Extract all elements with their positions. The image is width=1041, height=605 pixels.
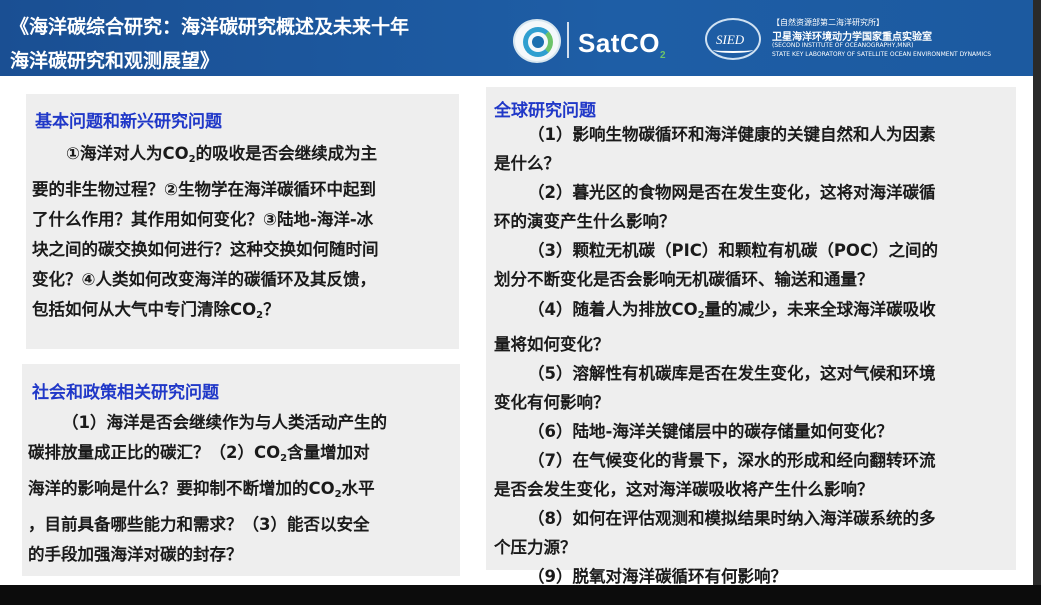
text-line: 是否会发生变化，这对海洋碳吸收将产生什么影响？ [494, 480, 874, 500]
text-line: 要的非生物过程？②生物学在海洋碳循环中起到 [32, 180, 376, 199]
text-line: 碳排放量成正比的碳汇？（2）CO2含量增加对 [28, 443, 370, 464]
text-line: 量将如何变化？ [494, 334, 610, 354]
text-line: 海洋的影响是什么？要抑制不断增加的CO2水平 [28, 479, 375, 500]
text-line: 的手段加强海洋对碳的封存？ [28, 545, 243, 564]
text-line: 块之间的碳交换如何进行？这种交换如何随时间 [32, 240, 379, 259]
slide-title-line2: 海洋碳研究和观测展望》 [10, 50, 220, 72]
text-line: （1）影响生物碳循环和海洋健康的关键自然和人为因素 [528, 125, 936, 144]
panel1-title: 基本问题和新兴研究问题 [35, 112, 222, 132]
text-line: （7）在气候变化的背景下，深水的形成和经向翻转环流 [528, 451, 936, 471]
text-line: 划分不断变化是否会影响无机碳循环、输送和通量？ [494, 270, 874, 290]
satco-brand-suffix: 2 [659, 50, 667, 62]
text-line: 是什么？ [494, 154, 560, 174]
window-right-edge [1033, 0, 1041, 585]
institute-line3: (SECOND INSTITUTE OF OCEANOGRAPHY,MNR) [772, 42, 914, 49]
text-line: （3）颗粒无机碳（PIC）和颗粒有机碳（POC）之间的 [528, 241, 939, 261]
text-line: 了什么作用？其作用如何变化？③陆地-海洋-冰 [32, 210, 374, 229]
panel2-title: 社会和政策相关研究问题 [32, 383, 219, 403]
logo-divider [567, 22, 569, 58]
institute-line4: STATE KEY LABORATORY OF SATELLITE OCEAN … [772, 51, 992, 58]
text-line: 环的演变产生什么影响？ [494, 212, 676, 232]
text-line: 变化？④人类如何改变海洋的碳循环及其反馈， [32, 270, 376, 289]
sied-logo-icon: SIED [705, 18, 761, 60]
panel3-body: （1）影响生物碳循环和海洋健康的关键自然和人为因素是什么？ （2）暮光区的食物网是… [494, 120, 938, 585]
text-line: （8）如何在评估观测和模拟结果时纳入海洋碳系统的多 [528, 509, 936, 529]
text-line: ，目前具备哪些能力和需求？（3）能否以安全 [28, 515, 370, 534]
institute-line2: 卫星海洋环境动力学国家重点实验室 [772, 32, 932, 43]
slide-header: 《海洋碳综合研究：海洋碳研究概述及未来十年 海洋碳研究和观测展望》 SatCO2… [0, 0, 1033, 76]
text-line: （1）海洋是否会继续作为与人类活动产生的 [62, 413, 387, 432]
text-line: 包括如何从大气中专门清除CO2？ [32, 300, 280, 321]
panel2-body: （1）海洋是否会继续作为与人类活动产生的碳排放量成正比的碳汇？（2）CO2含量增… [28, 408, 387, 570]
text-line: （5）溶解性有机碳库是否在发生变化，这对气候和环境 [528, 363, 936, 383]
institute-line1: 【自然资源部第二海洋研究所】 [772, 18, 884, 27]
text-line: 个压力源？ [494, 538, 577, 558]
satco-logo-icon [513, 19, 561, 63]
satco-brand: SatCO2 [578, 28, 667, 62]
slide-title-line1: 《海洋碳综合研究：海洋碳研究概述及未来十年 [10, 16, 410, 38]
text-line: （6）陆地-海洋关键储层中的碳存储量如何变化？ [528, 421, 893, 441]
window-bottom-edge [0, 585, 1041, 605]
text-line: （9）脱氧对海洋碳循环有何影响？ [528, 567, 787, 585]
text-line: 变化有何影响？ [494, 392, 610, 412]
text-line: （4）随着人为排放CO2量的减少，未来全球海洋碳吸收 [528, 299, 936, 321]
text-line: ①海洋对人为CO2的吸收是否会继续成为主 [66, 144, 378, 165]
panel1-body: ①海洋对人为CO2的吸收是否会继续成为主要的非生物过程？②生物学在海洋碳循环中起… [32, 139, 379, 331]
text-line: （2）暮光区的食物网是否在发生变化，这将对海洋碳循 [528, 183, 936, 203]
slide: 《海洋碳综合研究：海洋碳研究概述及未来十年 海洋碳研究和观测展望》 SatCO2… [0, 0, 1033, 585]
panel3-title: 全球研究问题 [494, 101, 596, 121]
